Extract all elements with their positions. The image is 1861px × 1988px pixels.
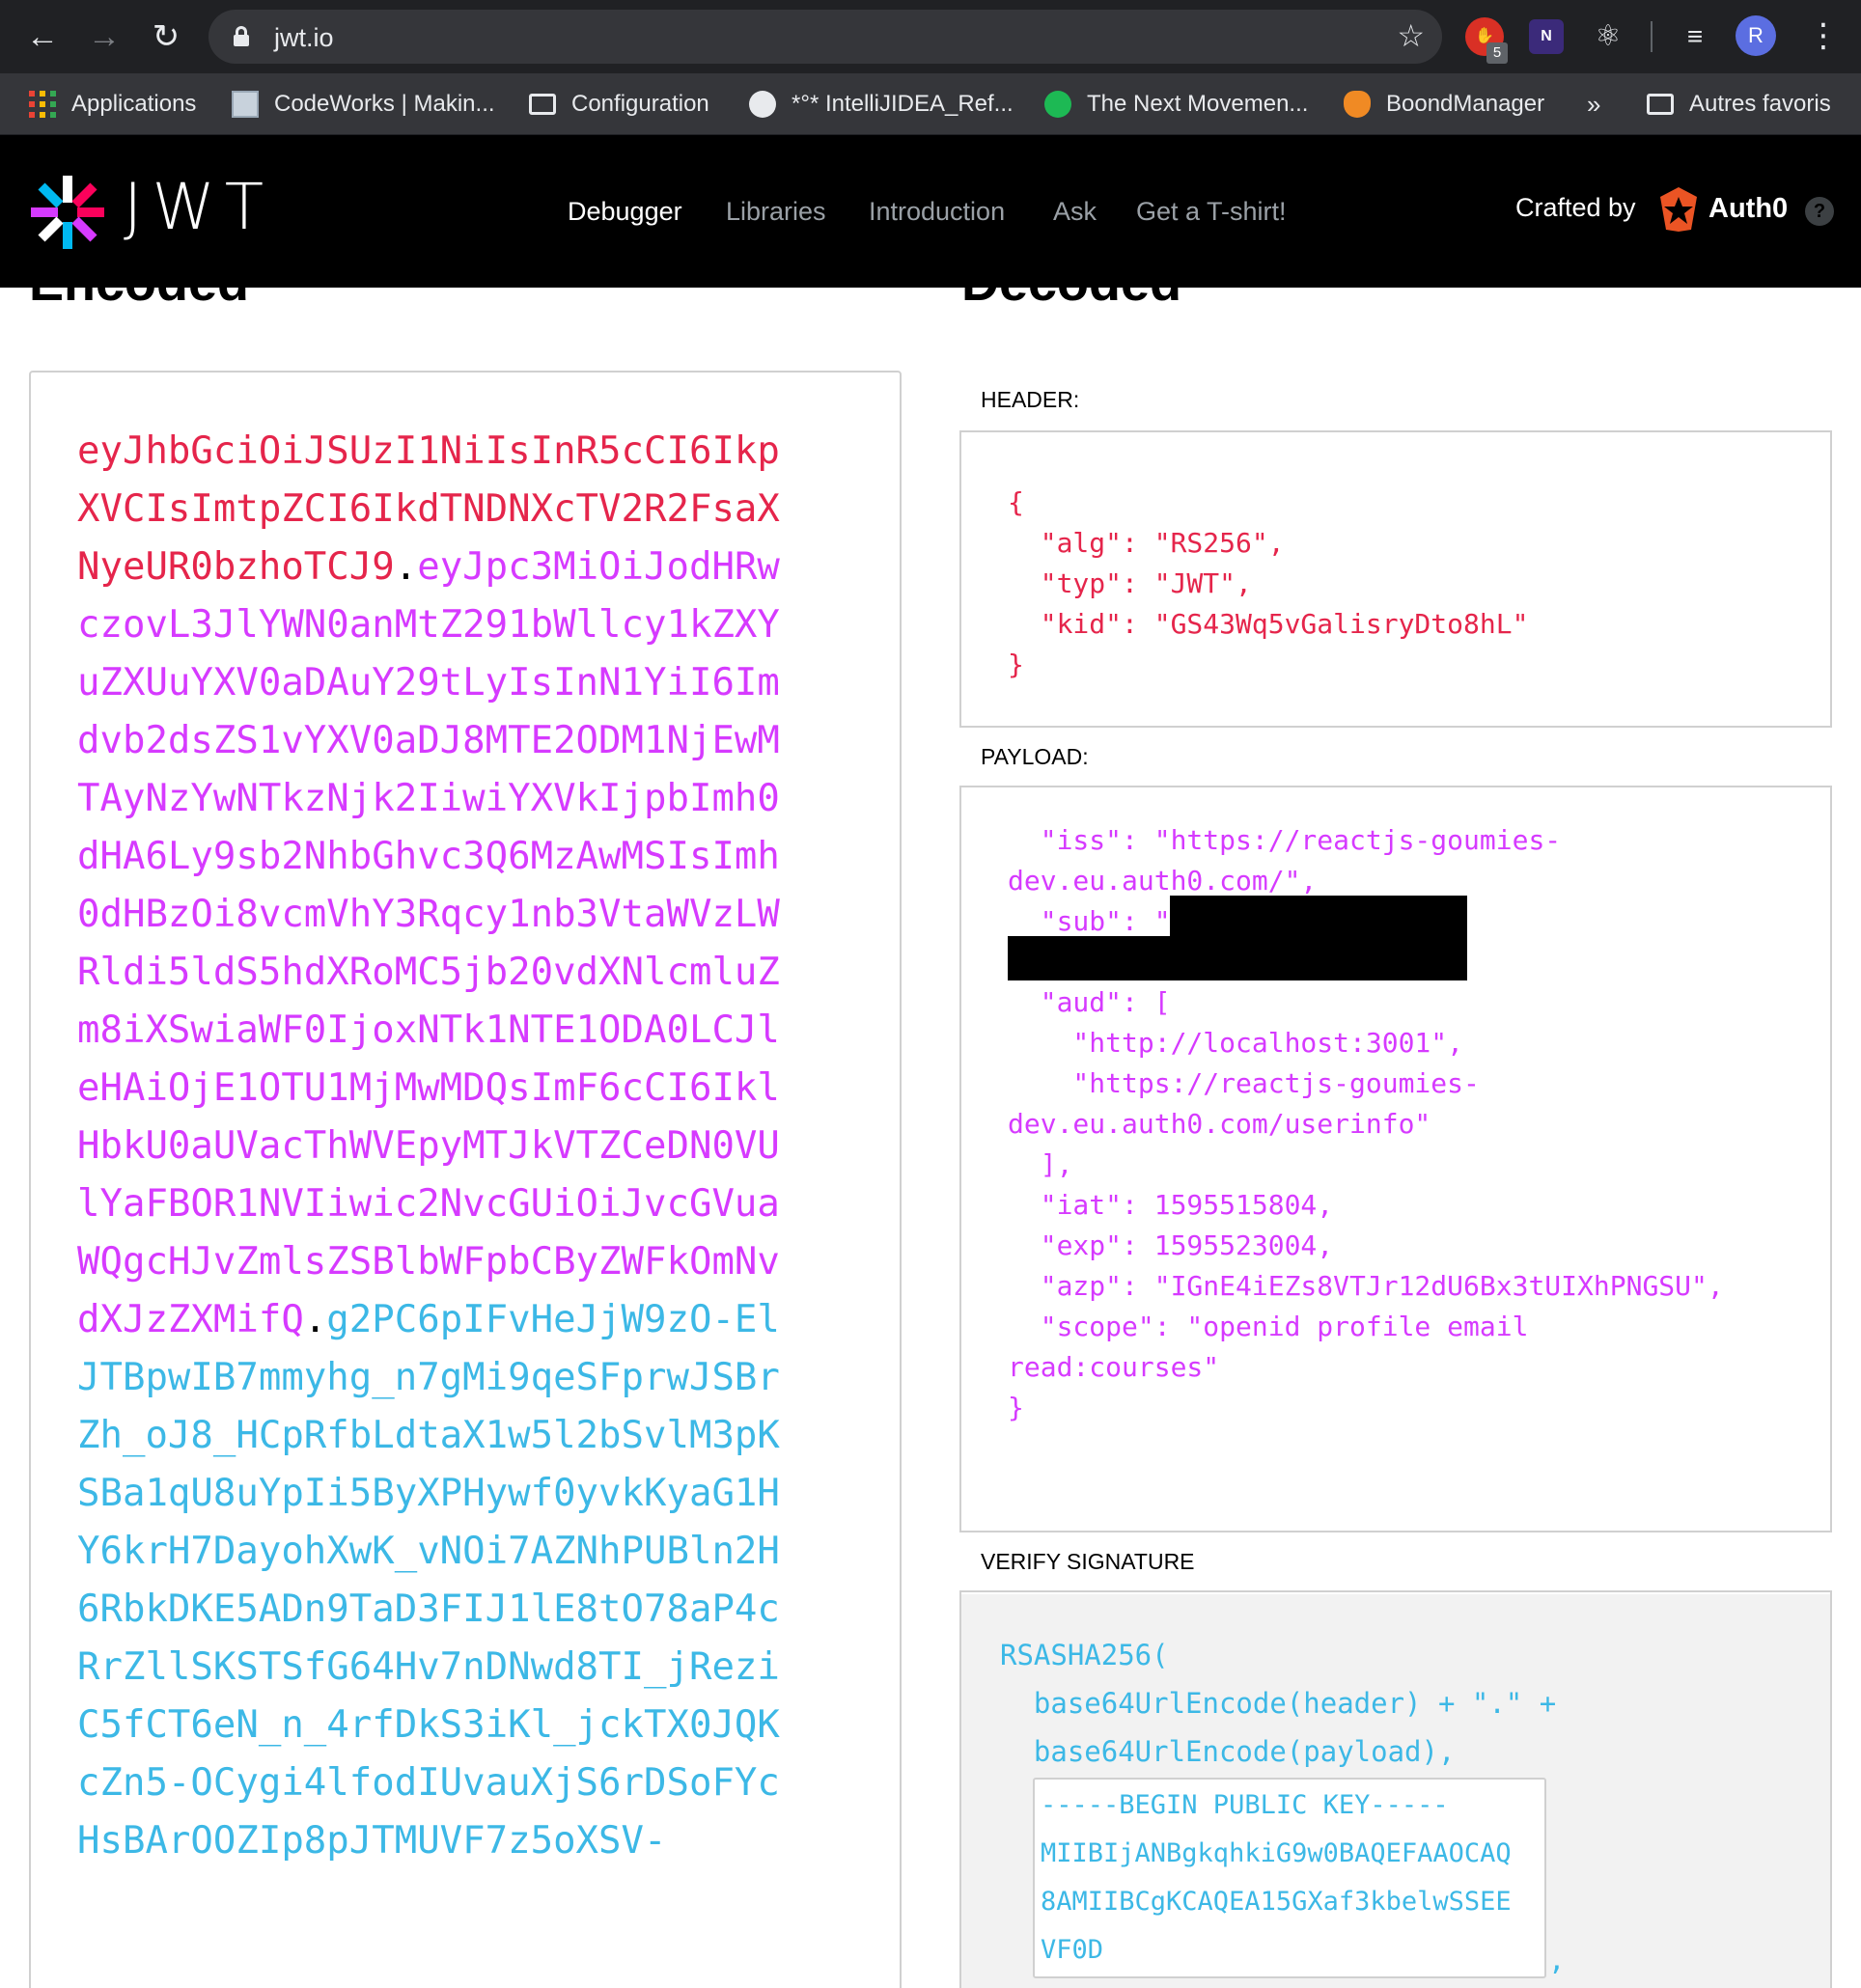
fox-icon xyxy=(1344,91,1371,118)
bookmark-intellij[interactable]: *°* IntelliJIDEA_Ref... xyxy=(749,73,1014,135)
bookmark-label: CodeWorks | Makin... xyxy=(274,91,495,117)
url-text[interactable]: jwt.io xyxy=(274,23,334,53)
extension-badge: 5 xyxy=(1486,42,1508,64)
crafted-by-label: Crafted by xyxy=(1515,193,1636,222)
bookmark-star-icon[interactable]: ☆ xyxy=(1397,17,1425,54)
globe-icon xyxy=(749,91,776,118)
verify-signature-label: VERIFY SIGNATURE xyxy=(959,1531,1832,1592)
browser-toolbar: ← → ↻ jwt.io ☆ ✋ 5 N ⚛ ≡ R ⋮ xyxy=(0,0,1861,73)
bookmark-folder-autres-favoris[interactable]: Autres favoris xyxy=(1647,73,1831,135)
jwt-logo-icon[interactable] xyxy=(29,174,106,251)
site-thumbnail-icon xyxy=(232,91,259,118)
verify-trailing-comma: , xyxy=(1548,1944,1566,1976)
spotify-icon xyxy=(1044,91,1071,118)
auth0-brand-text[interactable]: Auth0 xyxy=(1708,193,1788,225)
nav-ask[interactable]: Ask xyxy=(1053,135,1097,288)
bookmark-spotify[interactable]: The Next Movemen... xyxy=(1044,73,1308,135)
help-icon[interactable]: ? xyxy=(1805,197,1834,226)
bookmark-boondmanager[interactable]: BoondManager xyxy=(1344,73,1544,135)
browser-menu-icon[interactable]: ⋮ xyxy=(1807,14,1840,58)
back-arrow-icon[interactable]: ← xyxy=(23,17,62,56)
nav-tshirt[interactable]: Get a T-shirt! xyxy=(1136,135,1287,288)
token-payload-part: eyJpc3MiOiJodHRwczovL3JlYWN0anMtZ291bWll… xyxy=(77,545,780,1341)
apps-grid-icon xyxy=(29,91,56,118)
site-header: JWT Debugger Libraries Introduction Ask … xyxy=(0,135,1861,288)
encoded-token-textarea[interactable]: eyJhbGciOiJSUzI1NiIsInR5cCI6IkpXVCIsImtp… xyxy=(77,423,792,1870)
bookmarks-overflow-icon[interactable]: » xyxy=(1587,73,1600,135)
jwt-logo-text[interactable]: JWT xyxy=(124,170,273,244)
folder-icon xyxy=(529,94,556,115)
folder-icon xyxy=(1647,94,1674,115)
bookmark-label: Autres favoris xyxy=(1689,91,1831,117)
public-key-input[interactable]: -----BEGIN PUBLIC KEY----- MIIBIjANBgkqh… xyxy=(1033,1778,1546,1978)
auth0-logo-icon[interactable] xyxy=(1656,185,1701,234)
header-section-label: HEADER: xyxy=(959,371,1832,432)
token-separator: . xyxy=(303,1298,327,1341)
token-signature-part: g2PC6pIFvHeJjW9zO-ElJTBpwIB7mmyhg_n7gMi9… xyxy=(77,1298,780,1863)
header-json-editor[interactable]: { "alg": "RS256", "typ": "JWT", "kid": "… xyxy=(1008,483,1528,685)
payload-section-label: PAYLOAD: xyxy=(959,726,1832,787)
bookmark-label: BoondManager xyxy=(1386,91,1545,117)
bookmark-applications[interactable]: Applications xyxy=(29,73,196,135)
verify-signature-code: RSASHA256( base64UrlEncode(header) + "."… xyxy=(1000,1639,1557,1768)
react-devtools-icon[interactable]: ⚛ xyxy=(1589,17,1627,56)
token-separator: . xyxy=(394,545,418,589)
nav-debugger[interactable]: Debugger xyxy=(568,135,682,288)
bookmarks-bar: Applications CodeWorks | Makin... Config… xyxy=(0,73,1861,135)
nav-libraries[interactable]: Libraries xyxy=(726,135,826,288)
lock-icon[interactable] xyxy=(234,26,249,46)
media-playlist-icon[interactable]: ≡ xyxy=(1676,17,1714,56)
bookmark-label: Applications xyxy=(71,91,197,117)
bookmark-label: Configuration xyxy=(571,91,709,117)
bookmark-codeworks[interactable]: CodeWorks | Makin... xyxy=(232,73,495,135)
toolbar-divider xyxy=(1651,21,1653,52)
forward-arrow-icon[interactable]: → xyxy=(85,17,124,56)
address-bar[interactable]: jwt.io ☆ xyxy=(208,10,1442,64)
redaction-block xyxy=(1008,936,1467,980)
profile-avatar[interactable]: R xyxy=(1736,15,1776,56)
bookmark-folder-configuration[interactable]: Configuration xyxy=(529,73,709,135)
reload-icon[interactable]: ↻ xyxy=(147,17,185,56)
bookmark-label: *°* IntelliJIDEA_Ref... xyxy=(792,91,1014,117)
nav-introduction[interactable]: Introduction xyxy=(869,135,1005,288)
bookmark-label: The Next Movemen... xyxy=(1087,91,1309,117)
onenote-extension-icon[interactable]: N xyxy=(1529,19,1564,54)
